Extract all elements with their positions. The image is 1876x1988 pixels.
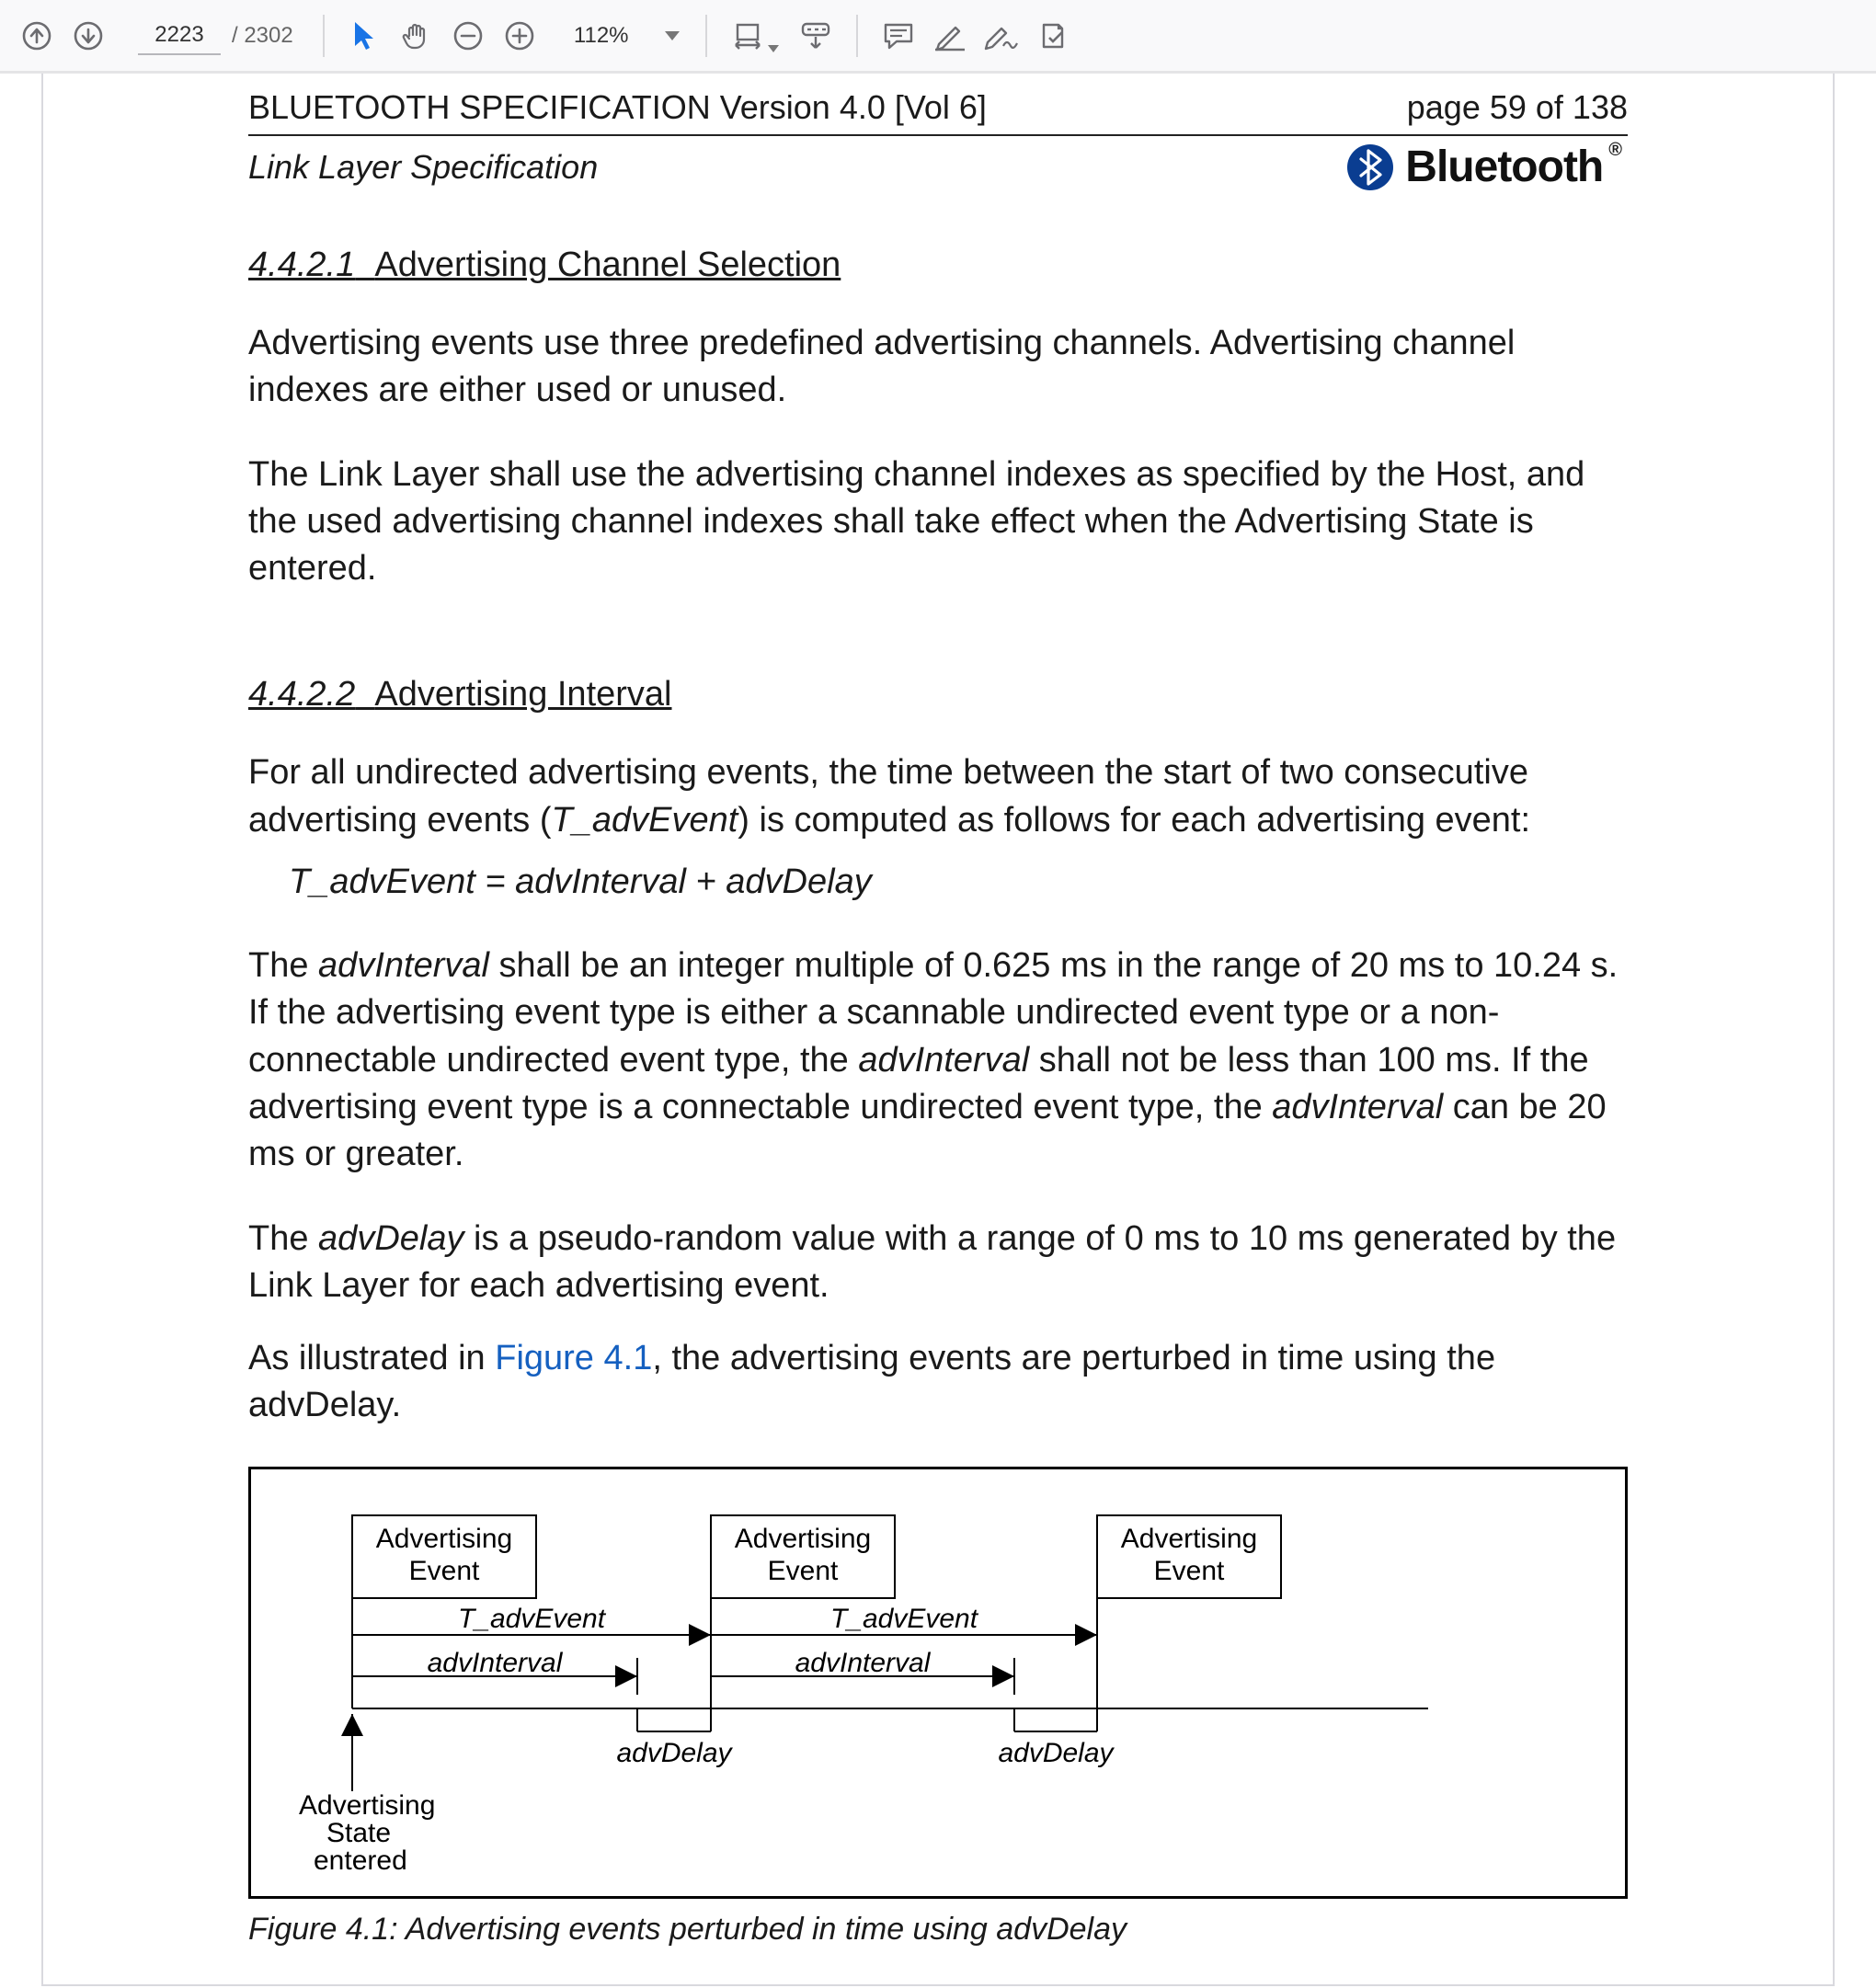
doc-title: BLUETOOTH SPECIFICATION Version 4.0 [Vol… bbox=[248, 88, 987, 127]
scroll-mode-button[interactable] bbox=[795, 16, 836, 56]
fig-label-t-advevent: T_advEvent bbox=[458, 1604, 607, 1634]
bluetooth-icon bbox=[1346, 143, 1394, 191]
figure-svg: Advertising Event Advertising Event Adve… bbox=[279, 1497, 1603, 1874]
signature-icon bbox=[983, 20, 1020, 51]
arrow-down-circle-icon bbox=[73, 20, 104, 51]
fig-box-label: Advertising bbox=[376, 1524, 512, 1554]
fit-width-icon bbox=[731, 20, 764, 51]
paragraph: The advDelay is a pseudo-random value wi… bbox=[248, 1216, 1628, 1310]
page-up-button[interactable] bbox=[17, 16, 57, 56]
bluetooth-wordmark: Bluetooth bbox=[1405, 142, 1603, 192]
minus-circle-icon bbox=[452, 20, 484, 51]
doc-page-number: page 59 of 138 bbox=[1407, 88, 1628, 127]
fig-label-state: State bbox=[326, 1818, 391, 1848]
paragraph: Advertising events use three predefined … bbox=[248, 320, 1628, 415]
fit-width-button[interactable] bbox=[727, 16, 768, 56]
toolbar-separator bbox=[856, 15, 858, 57]
fig-label-advinterval: advInterval bbox=[795, 1648, 932, 1678]
fig-label-advdelay: advDelay bbox=[998, 1738, 1115, 1768]
stamp-icon bbox=[1036, 19, 1070, 52]
figure-caption: Figure 4.1: Advertising events perturbed… bbox=[248, 1912, 1628, 1948]
bluetooth-logo: Bluetooth® bbox=[1346, 142, 1628, 192]
header-rule bbox=[248, 134, 1628, 136]
cursor-arrow-icon bbox=[351, 20, 379, 51]
zoom-in-button[interactable] bbox=[499, 16, 540, 56]
fig-label-state: Advertising bbox=[299, 1790, 435, 1821]
pdf-viewer-toolbar: / 2302 bbox=[0, 0, 1876, 74]
fig-box-label: Advertising bbox=[735, 1524, 871, 1554]
figure-4-1: Advertising Event Advertising Event Adve… bbox=[248, 1467, 1628, 1899]
highlight-button[interactable] bbox=[930, 16, 970, 56]
chevron-down-icon bbox=[768, 45, 779, 52]
fig-label-advinterval: advInterval bbox=[428, 1648, 564, 1678]
paragraph: The advInterval shall be an integer mult… bbox=[248, 943, 1628, 1178]
fig-box-label: Event bbox=[409, 1556, 480, 1586]
toolbar-separator bbox=[323, 15, 325, 57]
select-tool-button[interactable] bbox=[345, 16, 385, 56]
section-heading-4-4-2-1: 4.4.2.1 Advertising Channel Selection bbox=[248, 246, 1628, 285]
zoom-out-button[interactable] bbox=[448, 16, 488, 56]
page-down-button[interactable] bbox=[68, 16, 109, 56]
paragraph: As illustrated in Figure 4.1, the advert… bbox=[248, 1335, 1628, 1430]
fig-label-t-advevent: T_advEvent bbox=[830, 1604, 979, 1634]
formula: T_advEvent = advInterval + advDelay bbox=[289, 863, 1628, 902]
fig-box-label: Event bbox=[1154, 1556, 1225, 1586]
plus-circle-icon bbox=[504, 20, 535, 51]
zoom-dropdown-caret-icon[interactable] bbox=[665, 31, 680, 40]
toolbar-separator bbox=[705, 15, 707, 57]
comment-button[interactable] bbox=[878, 16, 919, 56]
figure-link[interactable]: Figure 4.1 bbox=[495, 1339, 652, 1377]
hand-tool-button[interactable] bbox=[396, 16, 437, 56]
comment-icon bbox=[882, 20, 915, 51]
fig-box-label: Advertising bbox=[1121, 1524, 1257, 1554]
hand-icon bbox=[401, 20, 432, 51]
doc-section-name: Link Layer Specification bbox=[248, 148, 598, 187]
sign-button[interactable] bbox=[981, 16, 1022, 56]
zoom-level-field[interactable] bbox=[551, 17, 652, 55]
fig-label-state: entered bbox=[314, 1845, 407, 1874]
paragraph: For all undirected advertising events, t… bbox=[248, 749, 1628, 844]
page-total-label: / 2302 bbox=[232, 23, 293, 49]
fig-box-label: Event bbox=[768, 1556, 839, 1586]
paragraph: The Link Layer shall use the advertising… bbox=[248, 451, 1628, 593]
stamp-button[interactable] bbox=[1033, 16, 1073, 56]
page-number-input[interactable] bbox=[138, 17, 221, 55]
arrow-up-circle-icon bbox=[21, 20, 52, 51]
section-heading-4-4-2-2: 4.4.2.2 Advertising Interval bbox=[248, 675, 1628, 714]
scroll-mode-icon bbox=[797, 20, 834, 51]
pen-icon bbox=[933, 20, 967, 51]
pdf-page: BLUETOOTH SPECIFICATION Version 4.0 [Vol… bbox=[41, 74, 1835, 1986]
registered-mark: ® bbox=[1608, 140, 1622, 161]
fig-label-advdelay: advDelay bbox=[616, 1738, 733, 1768]
